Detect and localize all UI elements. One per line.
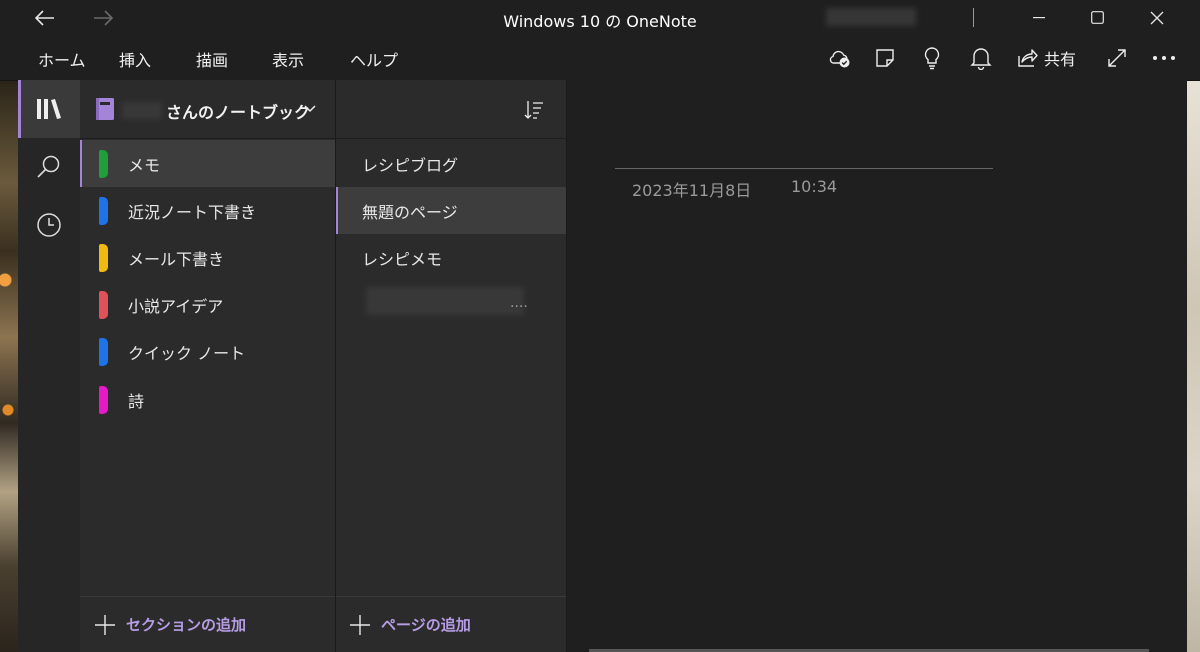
chevron-down-icon: [304, 105, 316, 113]
section-color-tab: [99, 290, 108, 319]
section-label: メモ: [128, 155, 161, 175]
fullscreen-icon: [1108, 49, 1126, 67]
notebook-name: さんのノートブック: [166, 103, 311, 122]
sort-icon[interactable]: [524, 100, 544, 120]
lightbulb-icon: [924, 47, 940, 70]
sticky-notes-button[interactable]: [874, 45, 896, 71]
section-color-tab: [99, 337, 108, 366]
page-item[interactable]: ....: [336, 281, 566, 328]
section-label: 小説アイデア: [128, 296, 224, 316]
add-page-label: ページの追加: [381, 616, 471, 634]
notebooks-button[interactable]: [18, 80, 80, 138]
sync-status-button[interactable]: [828, 45, 852, 71]
menu-view[interactable]: 表示: [272, 47, 304, 71]
section-color-tab: [99, 243, 108, 272]
menu-help[interactable]: ヘルプ: [350, 47, 398, 71]
titlebar-divider: [973, 8, 974, 27]
more-options-button[interactable]: [1152, 45, 1176, 71]
desktop-wallpaper-right: [1187, 80, 1200, 652]
section-item[interactable]: クイック ノート: [80, 328, 335, 375]
page-item[interactable]: 無題のページ: [336, 187, 566, 234]
pages-pane: レシピブログ 無題のページ レシピメモ .... ページの追加: [336, 80, 567, 652]
minimize-button[interactable]: [1024, 0, 1054, 35]
section-color-tab: [99, 385, 108, 414]
search-icon: [37, 155, 60, 178]
section-item[interactable]: 詩: [80, 376, 335, 423]
close-button[interactable]: [1142, 0, 1172, 35]
section-item[interactable]: 小説アイデア: [80, 281, 335, 328]
more-icon: [1153, 56, 1175, 60]
page-label: レシピメモ: [362, 249, 443, 269]
menu-home[interactable]: ホーム: [38, 47, 86, 71]
pages-header: [336, 80, 566, 139]
add-section-label: セクションの追加: [126, 616, 247, 634]
truncated-ellipsis: ....: [510, 295, 528, 311]
maximize-icon: [1090, 11, 1104, 24]
page-date: 2023年11月8日: [632, 181, 752, 200]
tips-button[interactable]: [922, 45, 942, 71]
redacted-page-title: [366, 287, 524, 315]
search-button[interactable]: [18, 138, 80, 196]
page-time: 10:34: [791, 177, 838, 196]
menu-insert[interactable]: 挿入: [119, 47, 151, 71]
redacted-owner-name: [122, 102, 162, 119]
fullscreen-button[interactable]: [1106, 45, 1128, 71]
sections-pane: さんのノートブック メモ 近況ノート下書き メール下書き 小説アイデア クイック…: [80, 80, 336, 652]
redacted-account: [826, 8, 916, 26]
desktop-wallpaper-left: [0, 80, 18, 652]
section-label: 詩: [128, 391, 145, 411]
page-item[interactable]: レシピメモ: [336, 234, 566, 281]
section-item[interactable]: 近況ノート下書き: [80, 187, 335, 234]
page-label: 無題のページ: [362, 202, 458, 222]
title-bar: Windows 10 の OneNote: [0, 0, 1200, 35]
sync-status-icon: [829, 50, 850, 68]
share-label: 共有: [1044, 50, 1077, 69]
notebooks-icon: [37, 99, 61, 119]
notebook-icon: [96, 98, 114, 120]
section-color-tab: [99, 196, 108, 225]
window-title: Windows 10 の OneNote: [503, 12, 697, 31]
minimize-icon: [1033, 16, 1045, 18]
menu-draw[interactable]: 描画: [196, 47, 228, 71]
section-item[interactable]: メール下書き: [80, 234, 335, 281]
plus-icon: [95, 614, 115, 635]
section-label: クイック ノート: [128, 343, 246, 363]
onenote-window: Windows 10 の OneNote ホーム 挿入 描画 表示 ヘルプ 共有…: [0, 0, 1200, 652]
plus-icon: [350, 614, 370, 635]
section-color-tab: [99, 149, 108, 178]
page-canvas[interactable]: 2023年11月8日 10:34: [567, 80, 1187, 652]
share-button[interactable]: 共有: [1016, 45, 1076, 71]
sticky-notes-icon: [876, 49, 894, 67]
notebook-picker[interactable]: さんのノートブック: [80, 80, 335, 139]
section-label: 近況ノート下書き: [128, 202, 257, 222]
recent-button[interactable]: [18, 196, 80, 254]
add-section-button[interactable]: セクションの追加: [80, 596, 335, 652]
recent-icon: [37, 213, 61, 237]
close-icon: [1150, 11, 1164, 24]
menu-bar: ホーム 挿入 描画 表示 ヘルプ 共有: [0, 35, 1200, 81]
page-label: レシピブログ: [362, 155, 459, 175]
page-item[interactable]: レシピブログ: [336, 140, 566, 187]
navigation-rail: [18, 80, 81, 652]
bell-icon: [970, 48, 992, 70]
notifications-button[interactable]: [970, 45, 992, 71]
maximize-button[interactable]: [1082, 0, 1112, 35]
page-title-underline: [615, 168, 993, 169]
section-label: メール下書き: [128, 249, 225, 269]
section-item[interactable]: メモ: [80, 140, 335, 187]
share-icon: [1018, 49, 1038, 67]
add-page-button[interactable]: ページの追加: [336, 596, 566, 652]
